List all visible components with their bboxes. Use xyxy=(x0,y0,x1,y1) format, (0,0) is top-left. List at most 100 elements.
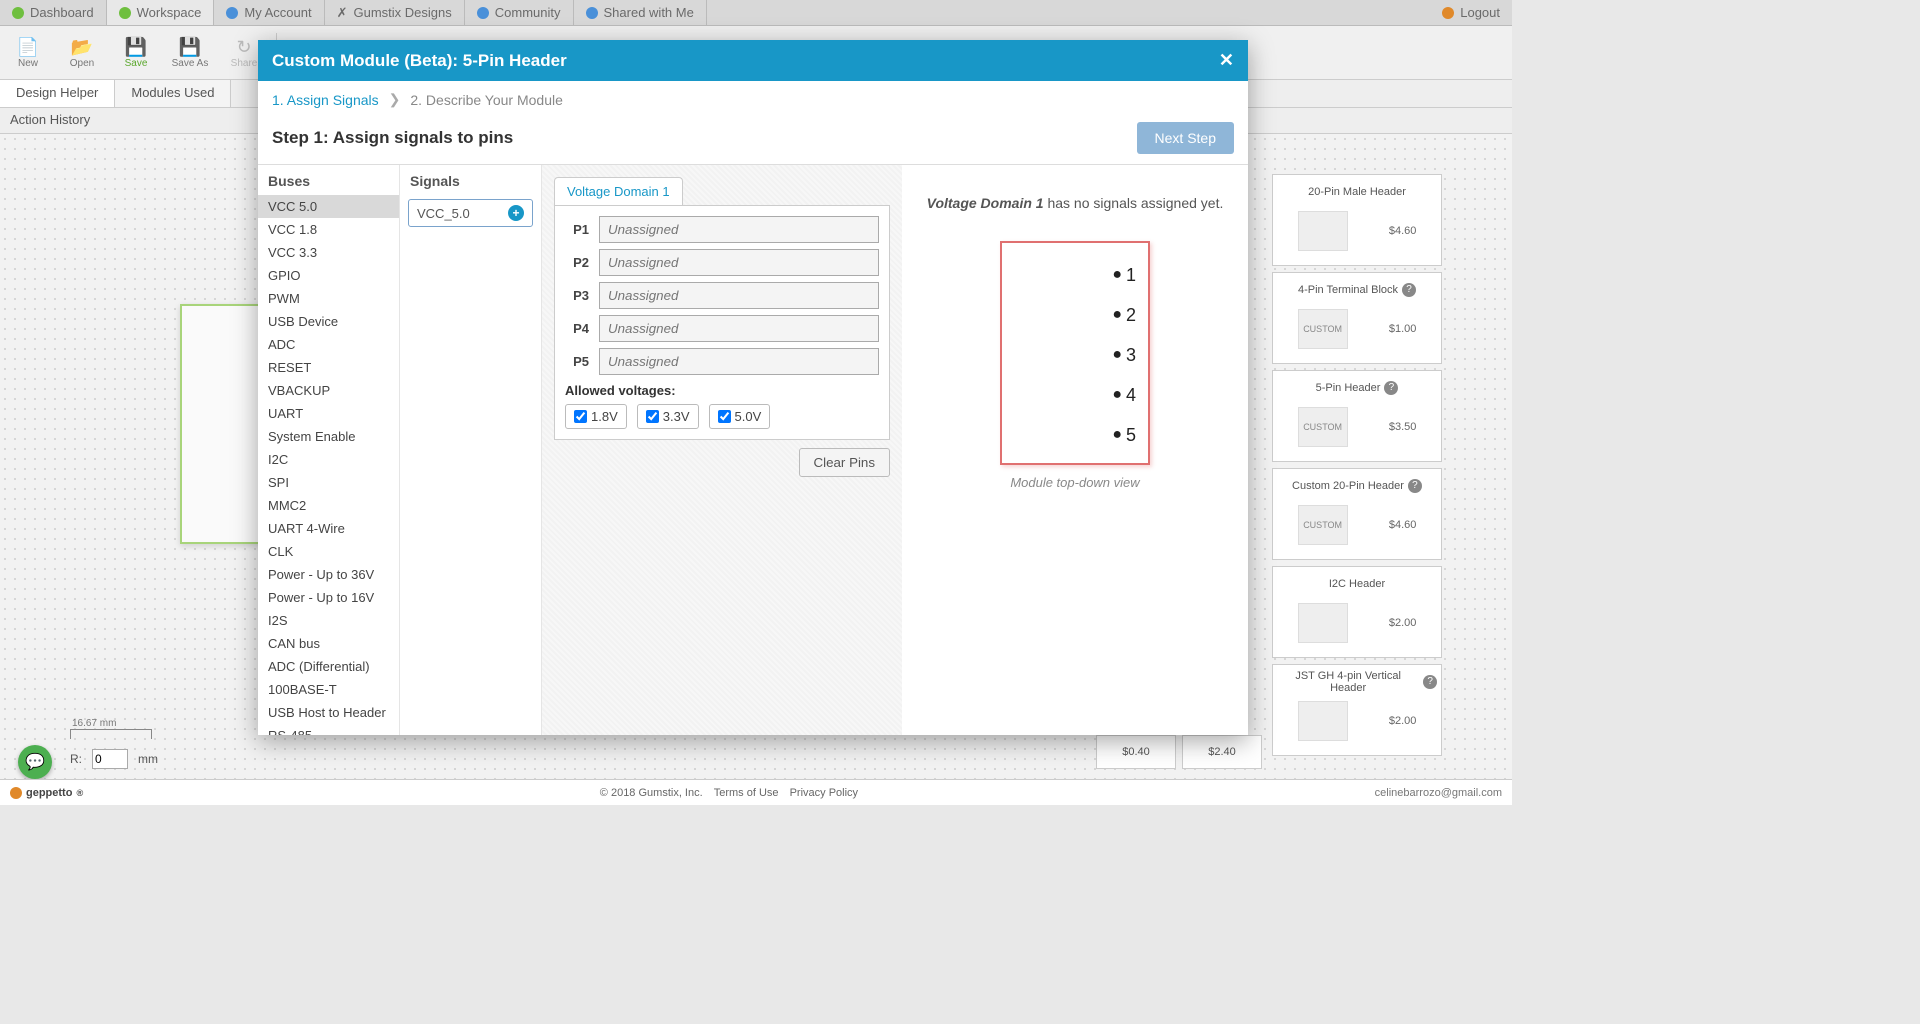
save-as-button[interactable]: 💾Save As xyxy=(168,29,212,77)
breadcrumb-step2[interactable]: 2. Describe Your Module xyxy=(410,92,563,108)
module-pin: 5 xyxy=(1014,415,1136,455)
voltage-checkbox[interactable]: 1.8V xyxy=(565,404,627,429)
next-step-button[interactable]: Next Step xyxy=(1137,122,1234,154)
bus-item[interactable]: UART 4-Wire xyxy=(258,517,399,540)
catalog-thumb xyxy=(1298,211,1348,251)
tab-my-account[interactable]: My Account xyxy=(214,0,324,25)
modal-breadcrumb: 1. Assign Signals ❯ 2. Describe Your Mod… xyxy=(258,81,1248,118)
bus-item[interactable]: RS-485 xyxy=(258,724,399,735)
pin-row: P1 xyxy=(565,216,879,243)
terms-link[interactable]: Terms of Use xyxy=(714,787,779,799)
modal-close-button[interactable]: ✕ xyxy=(1219,50,1234,71)
info-icon[interactable]: ? xyxy=(1408,479,1422,493)
buses-column: Buses VCC 5.0VCC 1.8VCC 3.3GPIOPWMUSB De… xyxy=(258,165,400,735)
catalog-card[interactable]: Custom 20-Pin Header ?CUSTOM$4.60 xyxy=(1272,468,1442,560)
bus-item[interactable]: I2C xyxy=(258,448,399,471)
info-icon[interactable]: ? xyxy=(1423,675,1437,689)
pin-input[interactable] xyxy=(599,315,879,342)
bus-item[interactable]: RESET xyxy=(258,356,399,379)
bus-item[interactable]: VCC 5.0 xyxy=(258,195,399,218)
bus-item[interactable]: VBACKUP xyxy=(258,379,399,402)
clear-pins-button[interactable]: Clear Pins xyxy=(799,448,890,477)
bus-item[interactable]: CAN bus xyxy=(258,632,399,655)
scale-bar xyxy=(70,729,152,739)
tab-community[interactable]: Community xyxy=(465,0,574,25)
chat-widget[interactable]: 💬 xyxy=(18,745,52,779)
chevron-right-icon: ❯ xyxy=(389,91,401,108)
save-button[interactable]: 💾Save xyxy=(114,29,158,77)
catalog-card[interactable]: 20-Pin Male Header$4.60 xyxy=(1272,174,1442,266)
bus-item[interactable]: UART xyxy=(258,402,399,425)
module-catalog: 20-Pin Male Header$4.604-Pin Terminal Bl… xyxy=(1272,174,1502,756)
scale-label: 16.67 mm xyxy=(72,718,116,729)
pin-input[interactable] xyxy=(599,216,879,243)
user-email: celinebarrozo@gmail.com xyxy=(1375,787,1502,799)
tab-gumstix-designs[interactable]: ✗Gumstix Designs xyxy=(325,0,465,25)
r-input[interactable] xyxy=(92,749,128,769)
bus-item[interactable]: CLK xyxy=(258,540,399,563)
brand-label: geppetto xyxy=(26,787,72,799)
bus-item[interactable]: VCC 3.3 xyxy=(258,241,399,264)
bus-item[interactable]: PWM xyxy=(258,287,399,310)
catalog-title: Custom 20-Pin Header ? xyxy=(1277,475,1437,497)
info-icon[interactable]: ? xyxy=(1402,283,1416,297)
tab-dashboard[interactable]: Dashboard xyxy=(0,0,107,25)
catalog-card-partial[interactable]: $0.40 xyxy=(1096,735,1176,769)
copyright: © 2018 Gumstix, Inc. xyxy=(600,787,703,799)
catalog-price: $0.40 xyxy=(1122,746,1150,758)
bus-item[interactable]: VCC 1.8 xyxy=(258,218,399,241)
pin-input[interactable] xyxy=(599,348,879,375)
breadcrumb-step1[interactable]: 1. Assign Signals xyxy=(272,92,379,108)
module-top-view: 12345 xyxy=(1000,241,1150,465)
bus-item[interactable]: USB Host to Header xyxy=(258,701,399,724)
bus-item[interactable]: USB Device xyxy=(258,310,399,333)
bus-item[interactable]: ADC xyxy=(258,333,399,356)
catalog-price: $1.00 xyxy=(1389,323,1417,335)
pin-input[interactable] xyxy=(599,282,879,309)
catalog-card[interactable]: 5-Pin Header ?CUSTOM$3.50 xyxy=(1272,370,1442,462)
bus-list[interactable]: VCC 5.0VCC 1.8VCC 3.3GPIOPWMUSB DeviceAD… xyxy=(258,195,399,735)
brand-logo[interactable]: geppetto® xyxy=(10,787,83,799)
bus-item[interactable]: I2S xyxy=(258,609,399,632)
pin-row: P4 xyxy=(565,315,879,342)
voltage-checkbox[interactable]: 5.0V xyxy=(709,404,771,429)
voltage-domain-tab[interactable]: Voltage Domain 1 xyxy=(554,177,683,205)
logout-button[interactable]: Logout xyxy=(1430,0,1512,25)
tab-label: My Account xyxy=(244,5,311,20)
buses-title: Buses xyxy=(258,165,399,195)
new-button[interactable]: 📄New xyxy=(6,29,50,77)
tab-design-helper[interactable]: Design Helper xyxy=(0,80,115,107)
tab-workspace[interactable]: Workspace xyxy=(107,0,215,25)
tab-shared[interactable]: Shared with Me xyxy=(574,0,707,25)
add-signal-icon[interactable]: + xyxy=(508,205,524,221)
signal-item[interactable]: VCC_5.0 + xyxy=(408,199,533,227)
catalog-card[interactable]: 4-Pin Terminal Block ?CUSTOM$1.00 xyxy=(1272,272,1442,364)
tab-label: Community xyxy=(495,5,561,20)
no-signals-message: Voltage Domain 1 has no signals assigned… xyxy=(922,195,1228,211)
pin-input[interactable] xyxy=(599,249,879,276)
open-button[interactable]: 📂Open xyxy=(60,29,104,77)
bus-item[interactable]: GPIO xyxy=(258,264,399,287)
bus-item[interactable]: Power - Up to 16V xyxy=(258,586,399,609)
catalog-card-partial[interactable]: $2.40 xyxy=(1182,735,1262,769)
bus-item[interactable]: System Enable xyxy=(258,425,399,448)
bus-item[interactable]: ADC (Differential) xyxy=(258,655,399,678)
pin-panel: P1P2P3P4P5 Allowed voltages: 1.8V 3.3V 5… xyxy=(554,205,890,440)
voltage-check-input[interactable] xyxy=(574,410,587,423)
voltage-checkbox[interactable]: 3.3V xyxy=(637,404,699,429)
bus-item[interactable]: SPI xyxy=(258,471,399,494)
voltage-check-input[interactable] xyxy=(646,410,659,423)
save-as-icon: 💾 xyxy=(179,36,201,58)
catalog-card[interactable]: JST GH 4-pin Vertical Header ?$2.00 xyxy=(1272,664,1442,756)
pin-label: P1 xyxy=(565,222,589,237)
custom-module-modal: Custom Module (Beta): 5-Pin Header ✕ 1. … xyxy=(258,40,1248,735)
bus-item[interactable]: MMC2 xyxy=(258,494,399,517)
voltage-check-input[interactable] xyxy=(718,410,731,423)
bus-item[interactable]: 100BASE-T xyxy=(258,678,399,701)
bus-item[interactable]: Power - Up to 36V xyxy=(258,563,399,586)
catalog-card[interactable]: I2C Header$2.00 xyxy=(1272,566,1442,658)
pin-row: P3 xyxy=(565,282,879,309)
privacy-link[interactable]: Privacy Policy xyxy=(790,787,858,799)
tab-modules-used[interactable]: Modules Used xyxy=(115,80,231,107)
info-icon[interactable]: ? xyxy=(1384,381,1398,395)
